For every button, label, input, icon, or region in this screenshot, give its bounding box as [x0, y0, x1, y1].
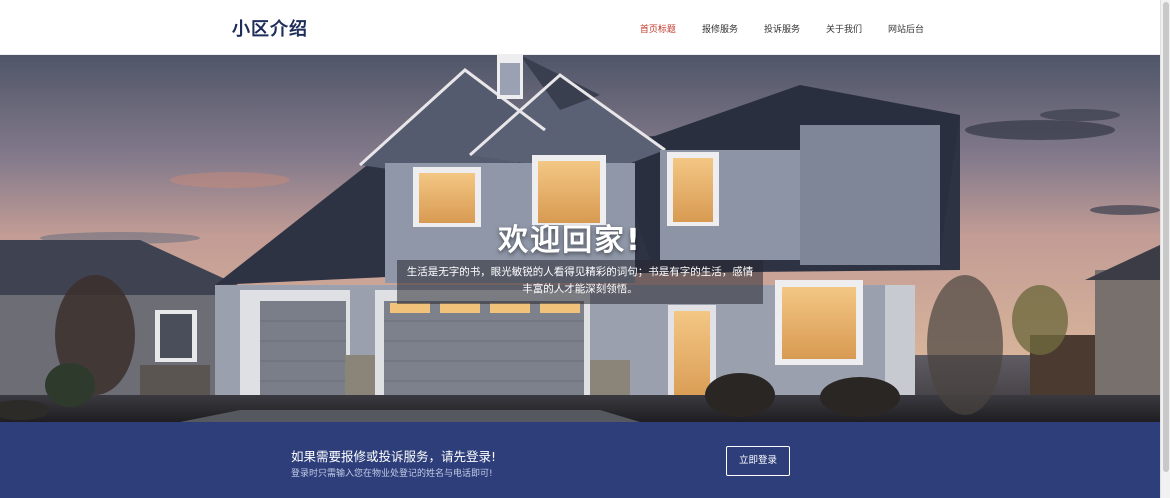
hero-description: 生活是无字的书，眼光敏锐的人看得见精彩的词句；书是有字的生活，感情 丰富的人才能… [397, 264, 763, 298]
page: 小区介绍 首页标题 报修服务 投诉服务 关于我们 网站后台 欢迎回家! 生活是无… [0, 0, 1170, 498]
hero-title: 欢迎回家! [498, 223, 642, 258]
nav-item-admin[interactable]: 网站后台 [888, 22, 924, 35]
nav-item-repair[interactable]: 报修服务 [702, 22, 738, 35]
scrollbar-thumb[interactable] [1163, 2, 1169, 472]
banner-title: 如果需要报修或投诉服务，请先登录! [291, 449, 497, 464]
site-logo[interactable]: 小区介绍 [232, 15, 308, 41]
nav-item-complaint[interactable]: 投诉服务 [764, 22, 800, 35]
site-header: 小区介绍 首页标题 报修服务 投诉服务 关于我们 网站后台 [0, 0, 1160, 55]
hero-desc-line-1: 生活是无字的书，眼光敏锐的人看得见精彩的词句；书是有字的生活，感情 [406, 266, 754, 278]
hero-desc-line-2: 丰富的人才能深刻领悟。 [522, 283, 638, 295]
nav-item-about[interactable]: 关于我们 [826, 22, 862, 35]
login-banner: 如果需要报修或投诉服务，请先登录! 登录时只需输入您在物业处登记的姓名与电话即可… [0, 422, 1160, 498]
page-scrollbar[interactable] [1160, 0, 1170, 498]
main-nav: 首页标题 报修服务 投诉服务 关于我们 网站后台 [614, 22, 924, 35]
nav-item-home[interactable]: 首页标题 [640, 22, 676, 35]
banner-subtitle: 登录时只需输入您在物业处登记的姓名与电话即可! [291, 469, 493, 479]
hero-banner: 欢迎回家! 生活是无字的书，眼光敏锐的人看得见精彩的词句；书是有字的生活，感情 … [0, 55, 1160, 422]
login-button[interactable]: 立即登录 [726, 446, 790, 476]
